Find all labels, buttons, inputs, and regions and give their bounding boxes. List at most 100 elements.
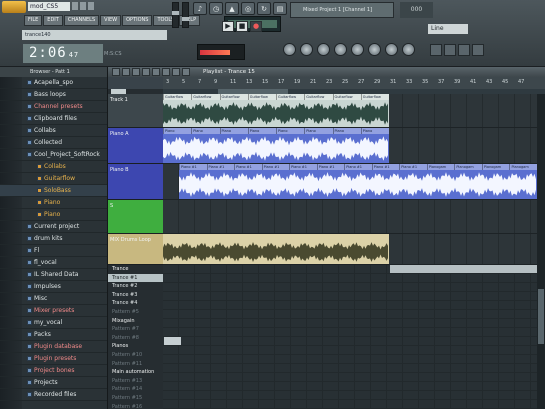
pattern-item[interactable]: Pattern #14 (108, 385, 163, 394)
loop-record-button[interactable]: ↻ (257, 2, 271, 15)
pattern-item[interactable]: Trance #4 (108, 299, 163, 308)
playback-tool-icon[interactable] (182, 68, 190, 76)
track-header[interactable]: S (108, 200, 163, 234)
browser-folder-item[interactable]: Acapella_spo (0, 77, 107, 89)
track-lane[interactable] (163, 200, 545, 234)
minimize-icon[interactable] (72, 2, 78, 10)
track-lane[interactable]: Guitarflow Guitarflow Guitarflow Guitarflow… (163, 94, 545, 128)
pattern-item[interactable]: Trance #1 (108, 273, 163, 283)
pattern-item[interactable]: Pattern #11 (108, 360, 163, 369)
mixer-shortcut-icon[interactable] (472, 44, 484, 56)
track-header[interactable]: Track 1 (108, 94, 163, 128)
scrollbar-thumb[interactable] (538, 289, 544, 344)
menu-edit[interactable]: EDIT (43, 15, 63, 26)
pattern-block[interactable] (164, 337, 181, 345)
selection-bar[interactable] (390, 265, 537, 273)
slice-tool-icon[interactable] (152, 68, 160, 76)
menu-file[interactable]: FILE (24, 15, 43, 26)
browser-folder-item[interactable]: Recorded files (0, 389, 107, 401)
blend-button[interactable]: ◎ (241, 2, 255, 15)
pattern-item[interactable]: Trance #2 (108, 282, 163, 291)
browser-folder-item[interactable]: Mixer presets (0, 305, 107, 317)
browser-folder-item[interactable]: Collabs (0, 161, 107, 173)
empty-track-lanes[interactable] (163, 265, 537, 409)
slider-knob[interactable] (172, 11, 179, 15)
browser-folder-item[interactable]: Clipboard files (0, 113, 107, 125)
pattern-item[interactable]: Pattern #16 (108, 403, 163, 409)
snap-select[interactable]: Line (428, 24, 468, 34)
maximize-icon[interactable] (80, 2, 86, 10)
playlist-shortcut-icon[interactable] (430, 44, 442, 56)
knob[interactable] (385, 43, 398, 56)
pattern-item[interactable]: Pattern #13 (108, 377, 163, 386)
browser-file-item[interactable]: Guitarflow (0, 173, 107, 185)
time-display[interactable]: 2:06 47 (23, 44, 103, 63)
stop-button[interactable]: ■ (236, 21, 248, 32)
pattern-item[interactable]: Pattern #5 (108, 308, 163, 317)
audio-clip[interactable]: Piano #1 Piano #1 Piano #1 Piano #1 Piano #1… (179, 164, 537, 199)
audio-clip[interactable]: Piano Piano Piano Piano Piano Piano Piano Piano (163, 128, 389, 163)
knob[interactable] (283, 43, 296, 56)
knob[interactable] (300, 43, 313, 56)
step-sequencer-shortcut-icon[interactable] (444, 44, 456, 56)
browser-folder-item[interactable]: Plugin presets (0, 353, 107, 365)
master-pitch-slider[interactable] (182, 2, 189, 28)
play-button[interactable]: ▶ (222, 21, 234, 32)
knob[interactable] (334, 43, 347, 56)
vertical-scrollbar[interactable] (537, 94, 545, 409)
browser-header[interactable]: Browser - Patt 1 (0, 67, 107, 77)
knob[interactable] (351, 43, 364, 56)
menu-channels[interactable]: CHANNELS (63, 15, 100, 26)
draw-tool-icon[interactable] (112, 68, 120, 76)
track-header[interactable]: Piano B (108, 164, 163, 200)
song-lcd[interactable]: Mixed Project 1 [Channel 1] (290, 2, 394, 18)
browser-file-item[interactable]: Piano (0, 197, 107, 209)
wait-button[interactable]: ◷ (209, 2, 223, 15)
menu-view[interactable]: VIEW (100, 15, 122, 26)
slider-knob[interactable] (182, 17, 189, 21)
audio-clip[interactable]: Guitarflow Guitarflow Guitarflow Guitarflow… (163, 94, 389, 127)
close-icon[interactable] (88, 2, 94, 10)
mute-tool-icon[interactable] (142, 68, 150, 76)
piano-roll-shortcut-icon[interactable] (458, 44, 470, 56)
track-lane[interactable]: Piano Piano Piano Piano Piano Piano Piano Piano (163, 128, 545, 164)
browser-folder-item[interactable]: Collabs (0, 125, 107, 137)
step-edit-button[interactable]: ▤ (273, 2, 287, 15)
browser-file-item[interactable]: SoloBass (0, 185, 107, 197)
browser-folder-item[interactable]: Plugin database (0, 341, 107, 353)
timeline-ruler[interactable]: 3 5 7 9 11 13 15 17 19 21 23 25 27 29 31 33 35 37 39 41 43 45… (163, 77, 545, 89)
track-header[interactable]: MIX Drums Loop (108, 234, 163, 265)
song-position[interactable]: 000 (400, 2, 433, 18)
pattern-item[interactable]: Pattern #15 (108, 394, 163, 403)
browser-folder-item[interactable]: Project bones (0, 365, 107, 377)
browser-file-item[interactable]: Piano (0, 209, 107, 221)
zoom-tool-icon[interactable] (172, 68, 180, 76)
browser-folder-item[interactable]: my_vocal (0, 317, 107, 329)
countdown-button[interactable]: ▲ (225, 2, 239, 15)
record-button[interactable]: ● (250, 21, 262, 32)
pattern-item[interactable]: Pattern #7 (108, 325, 163, 334)
browser-folder-item[interactable]: Cool_Project_SoftRock (0, 149, 107, 161)
knob[interactable] (317, 43, 330, 56)
browser-folder-item[interactable]: Collected (0, 137, 107, 149)
track-lane[interactable] (163, 234, 545, 265)
pattern-group-label[interactable]: Pianos (108, 342, 163, 351)
browser-folder-item[interactable]: fl_vocal (0, 257, 107, 269)
browser-folder-item[interactable]: Projects (0, 377, 107, 389)
browser-folder-item[interactable]: drum kits (0, 233, 107, 245)
browser-folder-item[interactable]: Current project (0, 221, 107, 233)
browser-folder-item[interactable]: IL Shared Data (0, 269, 107, 281)
browser-folder-item[interactable]: Bass loops (0, 89, 107, 101)
master-volume-slider[interactable] (172, 2, 179, 28)
knob[interactable] (402, 43, 415, 56)
browser-folder-item[interactable]: Misc (0, 293, 107, 305)
pattern-group-label[interactable]: Trance (108, 265, 163, 274)
pattern-group-label[interactable]: Mixagain (108, 317, 163, 326)
menu-options[interactable]: OPTIONS (122, 15, 153, 26)
knob[interactable] (368, 43, 381, 56)
track-lane[interactable]: Piano #1 Piano #1 Piano #1 Piano #1 Piano #1… (163, 164, 545, 200)
pattern-item[interactable]: Pattern #8 (108, 334, 163, 343)
audio-clip[interactable] (163, 234, 389, 264)
paint-tool-icon[interactable] (122, 68, 130, 76)
pattern-group-label[interactable]: Main automation (108, 368, 163, 377)
